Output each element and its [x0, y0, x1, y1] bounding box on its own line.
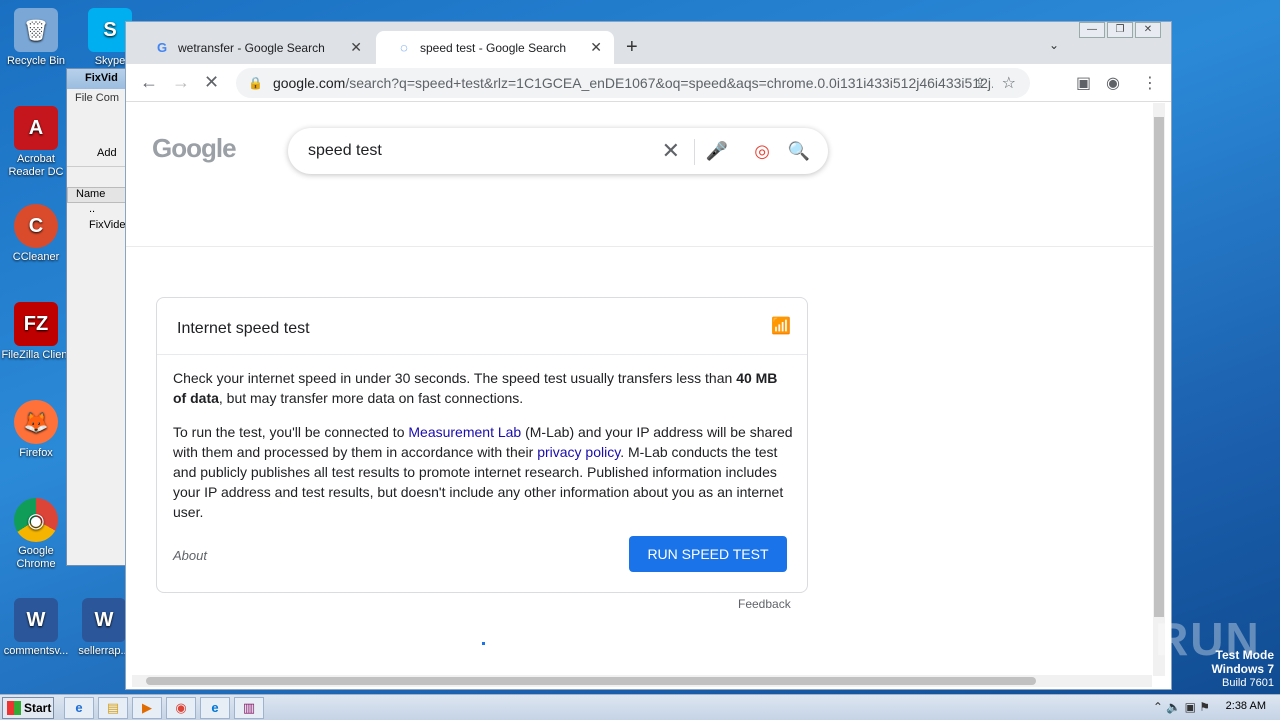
tab-search-icon[interactable]: ⌄: [1049, 38, 1059, 52]
desktop-icon-label: commentsv...: [3, 645, 69, 657]
card-title: Internet speed test: [177, 320, 310, 337]
about-link[interactable]: About: [173, 548, 207, 563]
feedback-link[interactable]: Feedback: [738, 597, 791, 611]
name-column-header[interactable]: Name: [67, 187, 127, 203]
close-window-button[interactable]: ✕: [1135, 22, 1161, 38]
bookmark-star-icon[interactable]: ☆: [1002, 73, 1016, 93]
fixvideo-title: FixVid: [67, 69, 127, 89]
acrobat-icon: A: [14, 106, 58, 150]
header-divider: [126, 246, 1154, 247]
desktop-icon-comments-doc[interactable]: W commentsv...: [0, 598, 74, 658]
maximize-button[interactable]: ❐: [1107, 22, 1133, 38]
tab-title: speed test - Google Search: [420, 40, 567, 55]
word-doc-icon: W: [82, 598, 126, 642]
google-lens-icon[interactable]: ◎: [754, 141, 770, 162]
browser-toolbar: ← → ✕ 🔒 google.com/search?q=speed+test&r…: [126, 64, 1171, 102]
search-divider: [694, 139, 695, 165]
clear-search-icon[interactable]: ✕: [662, 138, 680, 164]
filezilla-icon: FZ: [14, 302, 58, 346]
vertical-scrollbar[interactable]: [1153, 103, 1165, 676]
desktop-icon-label: FileZilla Client: [1, 349, 71, 361]
scrollbar-thumb[interactable]: [1154, 117, 1164, 617]
chrome-taskbar-icon[interactable]: ◉: [166, 697, 196, 719]
tab-speed-test[interactable]: ◌ speed test - Google Search ✕: [376, 31, 614, 64]
address-bar[interactable]: 🔒 google.com/search?q=speed+test&rlz=1C1…: [236, 68, 1030, 98]
fixvideo-toolbar: Add: [67, 107, 127, 167]
desktop-icon-label: Recycle Bin: [6, 55, 66, 67]
wifi-icon: 📶: [771, 318, 791, 335]
measurement-lab-link[interactable]: Measurement Lab: [408, 424, 521, 440]
scrollbar-thumb[interactable]: [146, 677, 1036, 685]
chrome-window: G wetransfer - Google Search ✕ ◌ speed t…: [125, 21, 1172, 690]
speed-test-description: Check your internet speed in under 30 se…: [173, 370, 778, 406]
search-input[interactable]: speed test ✕ 🎤 ◎ 🔍: [288, 128, 828, 174]
google-favicon-icon: G: [156, 40, 168, 55]
new-tab-button[interactable]: +: [626, 36, 638, 59]
tab-bar: G wetransfer - Google Search ✕ ◌ speed t…: [126, 22, 1171, 64]
ie-taskbar-icon[interactable]: e: [64, 697, 94, 719]
stop-loading-button[interactable]: ✕: [204, 72, 219, 93]
horizontal-scrollbar[interactable]: [132, 675, 1152, 687]
search-results-page: Google speed test ✕ 🎤 ◎ 🔍 Internet speed…: [126, 103, 1154, 675]
privacy-policy-link[interactable]: privacy policy: [537, 444, 620, 460]
explorer-taskbar-icon[interactable]: ▤: [98, 697, 128, 719]
side-panel-icon[interactable]: ▣: [1076, 73, 1091, 93]
run-speed-test-button[interactable]: RUN SPEED TEST: [629, 536, 787, 572]
search-query[interactable]: speed test: [308, 142, 382, 160]
desktop-icon-chrome[interactable]: ◉ Google Chrome: [0, 498, 74, 571]
microphone-icon[interactable]: 🎤: [706, 141, 728, 162]
close-tab-icon[interactable]: ✕: [590, 39, 602, 56]
search-icon[interactable]: 🔍: [788, 141, 810, 162]
window-controls: — ❐ ✕: [1079, 22, 1161, 38]
fixvideo-window: FixVid File Com Add Name .. FixVide: [66, 68, 128, 566]
speed-test-card: Internet speed test 📶 Check your interne…: [156, 297, 808, 593]
minimize-button[interactable]: —: [1079, 22, 1105, 38]
word-doc-icon: W: [14, 598, 58, 642]
clock[interactable]: 2:38 AM: [1226, 700, 1266, 712]
media-player-taskbar-icon[interactable]: ▶: [132, 697, 162, 719]
url-host: google.com: [272, 75, 346, 91]
url-text[interactable]: google.com/search?q=speed+test&rlz=1C1GC…: [273, 75, 993, 91]
desktop-icon-firefox[interactable]: 🦊 Firefox: [0, 400, 74, 460]
desktop-icon-filezilla[interactable]: FZ FileZilla Client: [0, 302, 74, 362]
desktop-icon-label: Google Chrome: [16, 545, 56, 570]
desktop-icon-acrobat[interactable]: A Acrobat Reader DC: [0, 106, 74, 179]
windows-logo-icon: [7, 701, 21, 715]
tab-wetransfer[interactable]: G wetransfer - Google Search ✕: [134, 31, 374, 64]
winrar-taskbar-icon[interactable]: ▥: [234, 697, 264, 719]
desktop-icon-label: Firefox: [19, 447, 53, 459]
tab-title: wetransfer - Google Search: [178, 40, 325, 55]
firefox-icon: 🦊: [14, 400, 58, 444]
recycle-bin-icon: 🗑: [14, 8, 58, 52]
profile-icon[interactable]: ◉: [1106, 73, 1120, 93]
list-item[interactable]: FixVide: [67, 219, 127, 235]
start-button[interactable]: Start: [2, 697, 54, 719]
loading-dot: [482, 642, 485, 645]
chrome-icon: ◉: [14, 498, 58, 542]
desktop-icon-label: CCleaner: [12, 251, 60, 263]
list-item[interactable]: ..: [67, 203, 127, 219]
menu-dots-icon[interactable]: ⋮: [1142, 73, 1158, 93]
url-path: /search?q=speed+test&rlz=1C1GCEA_enDE106…: [345, 75, 993, 91]
google-doodle-logo[interactable]: Google: [152, 133, 237, 164]
taskbar: Start e ▤ ▶ ◉ e ▥ ⌃ 🔈 ▣ ⚑ 2:38 AM: [0, 694, 1280, 720]
forward-button[interactable]: →: [172, 72, 190, 93]
ccleaner-icon: C: [14, 204, 58, 248]
test-mode-text: Test Mode Windows 7 Build 7601: [1211, 648, 1274, 689]
edge-taskbar-icon[interactable]: e: [200, 697, 230, 719]
back-button[interactable]: ←: [140, 72, 158, 93]
add-button[interactable]: Add: [97, 147, 117, 159]
privacy-notice: To run the test, you'll be connected to …: [173, 424, 793, 520]
share-icon[interactable]: ⇪: [974, 75, 986, 92]
desktop-icon-recycle-bin[interactable]: 🗑 Recycle Bin: [0, 8, 74, 68]
lock-icon[interactable]: 🔒: [248, 76, 263, 90]
fixvideo-menu[interactable]: File Com: [67, 89, 127, 107]
loading-spinner-icon: ◌: [400, 40, 408, 55]
system-tray[interactable]: ⌃ 🔈 ▣ ⚑: [1153, 700, 1210, 714]
desktop-icon-label: Acrobat Reader DC: [8, 153, 64, 178]
desktop-icon-ccleaner[interactable]: C CCleaner: [0, 204, 74, 264]
close-tab-icon[interactable]: ✕: [350, 39, 362, 56]
card-divider: [157, 354, 807, 355]
